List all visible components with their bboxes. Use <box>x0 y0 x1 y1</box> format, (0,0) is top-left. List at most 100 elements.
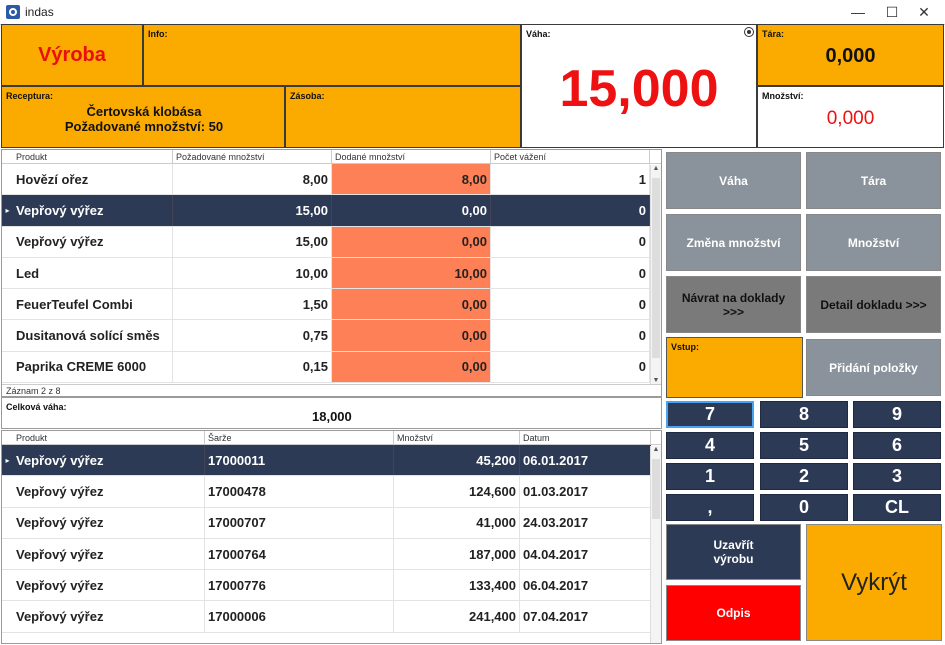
column-header[interactable]: Dodané množství <box>332 150 491 163</box>
mode-panel: Výroba <box>1 24 143 86</box>
total-weight-value: 18,000 <box>312 409 352 424</box>
detail-dokladu-button[interactable]: Detail dokladu >>> <box>806 276 941 333</box>
cell-pozadovane: 15,00 <box>173 226 332 257</box>
cell-mnozstvi: 41,000 <box>394 507 520 538</box>
mode-title: Výroba <box>38 43 106 66</box>
receptura-quantity: Požadované množství: 50 <box>64 119 224 134</box>
table-row[interactable]: Dusitanová solící směs 0,75 0,00 0 <box>2 320 651 352</box>
cell-datum: 24.03.2017 <box>520 507 651 538</box>
numpad-key[interactable]: 4 <box>666 432 754 459</box>
grid-scrollbar[interactable]: ▲ <box>650 446 661 643</box>
cell-mnozstvi: 241,400 <box>394 601 520 632</box>
cell-produkt: Vepřový výřez <box>13 195 173 226</box>
zasoba-panel: Zásoba: <box>285 86 521 148</box>
close-button[interactable]: ✕ <box>903 0 945 24</box>
grid-header: Produkt Šarže Množství Datum <box>2 431 661 445</box>
vaha-button[interactable]: Váha <box>666 152 801 209</box>
table-row[interactable]: Hovězí ořez 8,00 8,00 1 <box>2 164 651 196</box>
table-row[interactable]: Vepřový výřez 17000707 41,000 24.03.2017 <box>2 507 651 539</box>
row-indicator-icon <box>2 508 13 538</box>
cell-produkt: Vepřový výřez <box>13 226 173 257</box>
navrat-na-doklady-button[interactable]: Návrat na doklady >>> <box>666 276 801 333</box>
cell-pozadovane: 8,00 <box>173 164 332 195</box>
numpad-key[interactable]: 3 <box>853 463 941 490</box>
cell-produkt: Vepřový výřez <box>13 476 205 507</box>
cell-sarze: 17000478 <box>205 476 394 507</box>
column-header[interactable]: Požadované množství <box>173 150 332 163</box>
vykryt-button[interactable]: Vykrýt <box>806 524 942 641</box>
vaha-panel: Váha: 15,000 <box>521 24 757 148</box>
table-row[interactable]: ▸ Vepřový výřez 17000011 45,200 06.01.2017 <box>2 445 651 477</box>
pridani-polozky-button[interactable]: Přidání položky <box>806 339 941 396</box>
cell-produkt: Vepřový výřez <box>13 570 205 601</box>
cell-mnozstvi: 133,400 <box>394 570 520 601</box>
tara-button[interactable]: Tára <box>806 152 941 209</box>
column-header[interactable]: Produkt <box>2 431 205 444</box>
window-title: indas <box>25 5 54 19</box>
mnozstvi-label: Množství: <box>762 91 804 101</box>
table-row[interactable]: ▸ Vepřový výřez 15,00 0,00 0 <box>2 195 651 227</box>
row-indicator-icon <box>2 320 13 350</box>
cell-dodane: 8,00 <box>332 164 491 195</box>
column-header[interactable]: Počet vážení <box>491 150 650 163</box>
cell-sarze: 17000764 <box>205 538 394 570</box>
numpad-key[interactable]: 7 <box>666 401 754 428</box>
mnozstvi-value: 0,000 <box>826 108 875 129</box>
cell-sarze: 17000011 <box>205 445 394 476</box>
row-indicator-icon <box>2 258 13 288</box>
table-row[interactable]: FeuerTeufel Combi 1,50 0,00 0 <box>2 289 651 321</box>
cell-datum: 06.04.2017 <box>520 570 651 601</box>
cell-pozadovane: 15,00 <box>173 195 332 226</box>
odpis-button[interactable]: Odpis <box>666 585 801 641</box>
cell-pozadovane: 0,75 <box>173 320 332 351</box>
cell-dodane: 0,00 <box>332 351 491 383</box>
zmena-mnozstvi-button[interactable]: Změna množství <box>666 214 801 271</box>
cell-pozadovane: 1,50 <box>173 289 332 320</box>
numpad-key[interactable]: 6 <box>853 432 941 459</box>
numpad-key[interactable]: 9 <box>853 401 941 428</box>
numpad-key[interactable]: 5 <box>760 432 848 459</box>
cell-produkt: Dusitanová solící směs <box>13 320 173 351</box>
cell-dodane: 0,00 <box>332 226 491 257</box>
column-header[interactable]: Produkt <box>2 150 173 163</box>
record-counter: Záznam 2 z 8 <box>2 384 661 396</box>
cell-mnozstvi: 187,000 <box>394 538 520 570</box>
info-panel: Info: <box>143 24 521 86</box>
radio-indicator-icon[interactable] <box>744 27 754 37</box>
grid-scrollbar[interactable]: ▲ ▼ <box>650 165 661 384</box>
cell-produkt: Led <box>13 257 173 289</box>
numpad-key[interactable]: 1 <box>666 463 754 490</box>
row-indicator-icon <box>2 352 13 382</box>
cell-dodane: 0,00 <box>332 195 491 226</box>
column-header[interactable]: Šarže <box>205 431 394 444</box>
cell-dodane: 0,00 <box>332 320 491 351</box>
vstup-input[interactable]: Vstup: <box>666 337 803 398</box>
cell-pozadovane: 10,00 <box>173 257 332 289</box>
row-indicator-icon <box>2 570 13 600</box>
uzavrit-vyrobu-button[interactable]: Uzavřít výrobu <box>666 524 801 580</box>
cell-pozadovane: 0,15 <box>173 351 332 383</box>
batch-grid: Produkt Šarže Množství Datum ▸ Vepřový vý… <box>1 430 662 644</box>
table-row[interactable]: Vepřový výřez 17000776 133,400 06.04.2017 <box>2 570 651 602</box>
column-header[interactable]: Datum <box>520 431 651 444</box>
receptura-label: Receptura: <box>6 91 54 101</box>
row-indicator-icon: ▸ <box>5 205 10 215</box>
numpad-key[interactable]: 8 <box>760 401 848 428</box>
numpad-key[interactable]: 0 <box>760 494 848 521</box>
column-header[interactable]: Množství <box>394 431 520 444</box>
cell-produkt: Hovězí ořez <box>13 164 173 195</box>
table-row[interactable]: Vepřový výřez 17000478 124,600 01.03.2017 <box>2 476 651 508</box>
table-row[interactable]: Paprika CREME 6000 0,15 0,00 0 <box>2 351 651 384</box>
mnozstvi-button[interactable]: Množství <box>806 214 941 271</box>
table-row[interactable]: Vepřový výřez 15,00 0,00 0 <box>2 226 651 258</box>
table-row[interactable]: Led 10,00 10,00 0 <box>2 257 651 290</box>
table-row[interactable]: Vepřový výřez 17000764 187,000 04.04.2017 <box>2 538 651 571</box>
numpad-key[interactable]: CL <box>853 494 941 521</box>
table-row[interactable]: Vepřový výřez 17000006 241,400 07.04.2017 <box>2 601 651 633</box>
row-indicator-icon <box>2 289 13 319</box>
title-bar <box>0 0 945 24</box>
tara-panel: Tára: 0,000 <box>757 24 944 86</box>
numpad-key[interactable]: , <box>666 494 754 521</box>
grid-header: Produkt Požadované množství Dodané množs… <box>2 150 661 164</box>
numpad-key[interactable]: 2 <box>760 463 848 490</box>
